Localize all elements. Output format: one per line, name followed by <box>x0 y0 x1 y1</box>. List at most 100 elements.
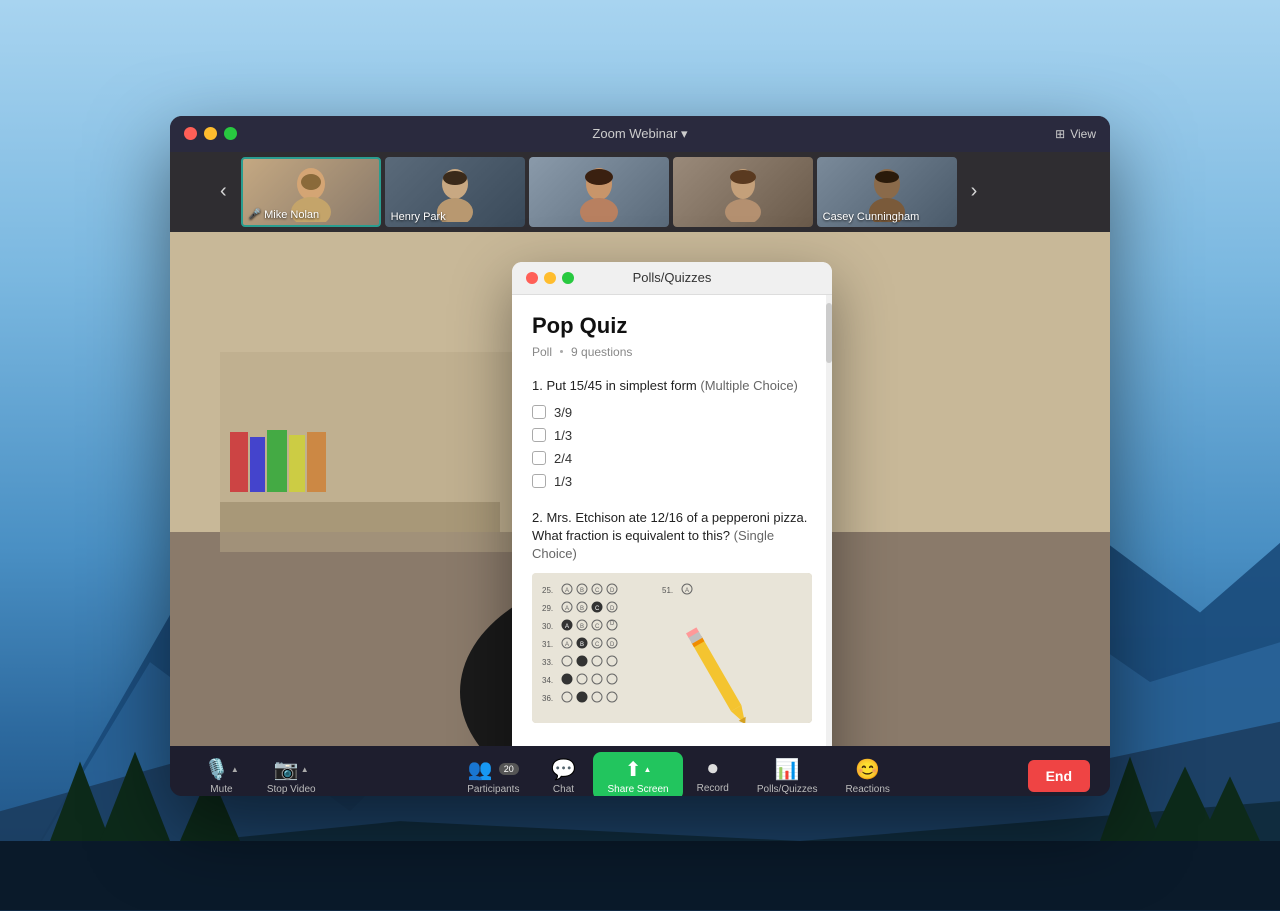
participant-strip: ‹ 🎤 Mike Nolan <box>170 152 1110 232</box>
participants-button[interactable]: 👥 20 Participants <box>453 752 533 796</box>
camera-icon: 📷 <box>274 757 299 782</box>
svg-text:29.: 29. <box>542 604 553 613</box>
participant-thumb[interactable] <box>673 157 813 227</box>
modal-body[interactable]: Pop Quiz Poll 9 questions 1. Put 15/45 i… <box>512 295 832 746</box>
video-caret[interactable]: ▲ <box>301 765 309 774</box>
choice-label: 3/9 <box>554 405 572 420</box>
modal-traffic-lights <box>526 272 574 284</box>
maximize-button[interactable] <box>224 127 237 140</box>
choice-label: 1/3 <box>554 428 572 443</box>
chat-button[interactable]: 💬 Chat <box>533 752 593 796</box>
choice-item[interactable]: 1/3 <box>532 474 812 489</box>
svg-text:A: A <box>565 642 569 648</box>
participant-face <box>529 157 669 227</box>
svg-text:34.: 34. <box>542 676 553 685</box>
svg-text:33.: 33. <box>542 658 553 667</box>
mute-label: Mute <box>210 784 232 795</box>
choice-item[interactable]: 1/3 <box>532 428 812 443</box>
question-type: (Single Choice) <box>532 528 774 561</box>
next-participant-button[interactable]: › <box>961 175 988 208</box>
participant-thumb[interactable] <box>529 157 669 227</box>
participant-face <box>673 157 813 227</box>
choice-label: 2/4 <box>554 451 572 466</box>
svg-text:A: A <box>565 606 569 612</box>
polls-quizzes-button[interactable]: 📊 Polls/Quizzes <box>743 752 832 796</box>
svg-text:A: A <box>565 624 569 630</box>
stop-video-label: Stop Video <box>267 784 316 795</box>
mute-icon: 🎙️ <box>204 757 229 782</box>
modal-zoom-button[interactable] <box>562 272 574 284</box>
mute-button[interactable]: 🎙️ ▲ Mute <box>190 752 253 796</box>
share-screen-caret[interactable]: ▲ <box>643 765 651 774</box>
grid-icon: ⊞ <box>1055 127 1065 141</box>
choice-item[interactable]: 3/9 <box>532 405 812 420</box>
record-label: Record <box>697 783 729 794</box>
choice-checkbox[interactable] <box>532 451 546 465</box>
svg-text:C: C <box>595 624 600 630</box>
toolbar: 🎙️ ▲ Mute 📷 ▲ Stop Video 👥 20 Participan… <box>170 746 1110 796</box>
quiz-questions-count: 9 questions <box>571 345 632 359</box>
choice-checkbox[interactable] <box>532 474 546 488</box>
question-image: 25. A B C D 51. A 29. A B <box>532 573 812 723</box>
modal-close-button[interactable] <box>526 272 538 284</box>
minimize-button[interactable] <box>204 127 217 140</box>
stop-video-button[interactable]: 📷 ▲ Stop Video <box>253 752 330 796</box>
modal-minimize-button[interactable] <box>544 272 556 284</box>
choice-checkbox[interactable] <box>532 428 546 442</box>
participants-label: Participants <box>467 784 519 795</box>
polls-modal: Polls/Quizzes Pop Quiz Poll 9 questions <box>512 262 832 746</box>
window-title: Zoom Webinar ▾ <box>592 126 687 142</box>
traffic-lights <box>184 127 237 140</box>
svg-text:D: D <box>610 642 615 648</box>
participant-thumb[interactable]: Henry Park <box>385 157 525 227</box>
svg-text:D: D <box>610 621 615 627</box>
video-area: ‹ 🎤 Mike Nolan <box>170 152 1110 746</box>
question-block: 2. Mrs. Etchison ate 12/16 of a pepperon… <box>532 509 812 724</box>
choice-label: 1/3 <box>554 474 572 489</box>
participant-name: Henry Park <box>391 211 446 223</box>
polls-icon: 📊 <box>775 757 800 782</box>
svg-text:31.: 31. <box>542 640 553 649</box>
modal-title: Polls/Quizzes <box>633 270 712 285</box>
record-icon: ⏺ <box>708 758 718 781</box>
participant-name: Casey Cunningham <box>823 211 920 223</box>
record-button[interactable]: ⏺ Record <box>683 753 743 796</box>
choice-checkbox[interactable] <box>532 405 546 419</box>
participants-icon: 👥 <box>468 757 493 782</box>
svg-text:36.: 36. <box>542 694 553 703</box>
mic-icon: 🎤 <box>249 209 261 220</box>
svg-text:B: B <box>580 624 584 630</box>
close-button[interactable] <box>184 127 197 140</box>
end-button[interactable]: End <box>1028 760 1090 792</box>
modal-scrollbar[interactable] <box>826 295 832 746</box>
svg-text:D: D <box>610 588 615 594</box>
reactions-label: Reactions <box>845 784 889 795</box>
participant-thumb[interactable]: 🎤 Mike Nolan <box>241 157 381 227</box>
view-control[interactable]: ⊞ View <box>1055 127 1096 141</box>
svg-text:C: C <box>595 606 600 612</box>
participant-name: 🎤 Mike Nolan <box>249 209 319 221</box>
question-block: 1. Put 15/45 in simplest form (Multiple … <box>532 377 812 489</box>
participant-thumb[interactable]: Casey Cunningham <box>817 157 957 227</box>
quiz-meta-separator <box>560 350 563 353</box>
scrollbar-thumb[interactable] <box>826 303 832 363</box>
question-type: (Multiple Choice) <box>700 378 798 393</box>
quiz-meta: Poll 9 questions <box>532 345 812 359</box>
reactions-button[interactable]: 😊 Reactions <box>831 752 903 796</box>
svg-text:30.: 30. <box>542 622 553 631</box>
svg-text:B: B <box>580 606 584 612</box>
share-screen-button[interactable]: ⬆ ▲ Share Screen <box>593 752 682 796</box>
choice-item[interactable]: 2/4 <box>532 451 812 466</box>
question-text: 1. Put 15/45 in simplest form (Multiple … <box>532 377 812 395</box>
svg-text:A: A <box>565 588 569 594</box>
prev-participant-button[interactable]: ‹ <box>210 175 237 208</box>
svg-text:B: B <box>580 588 584 594</box>
share-screen-icon: ⬆ <box>625 757 642 782</box>
participants-badge: 20 <box>499 763 519 775</box>
share-screen-label: Share Screen <box>607 784 668 795</box>
title-bar: Zoom Webinar ▾ ⊞ View <box>170 116 1110 152</box>
question-text: 2. Mrs. Etchison ate 12/16 of a pepperon… <box>532 509 812 564</box>
chat-label: Chat <box>553 784 574 795</box>
quiz-title: Pop Quiz <box>532 313 812 339</box>
mute-caret[interactable]: ▲ <box>231 765 239 774</box>
